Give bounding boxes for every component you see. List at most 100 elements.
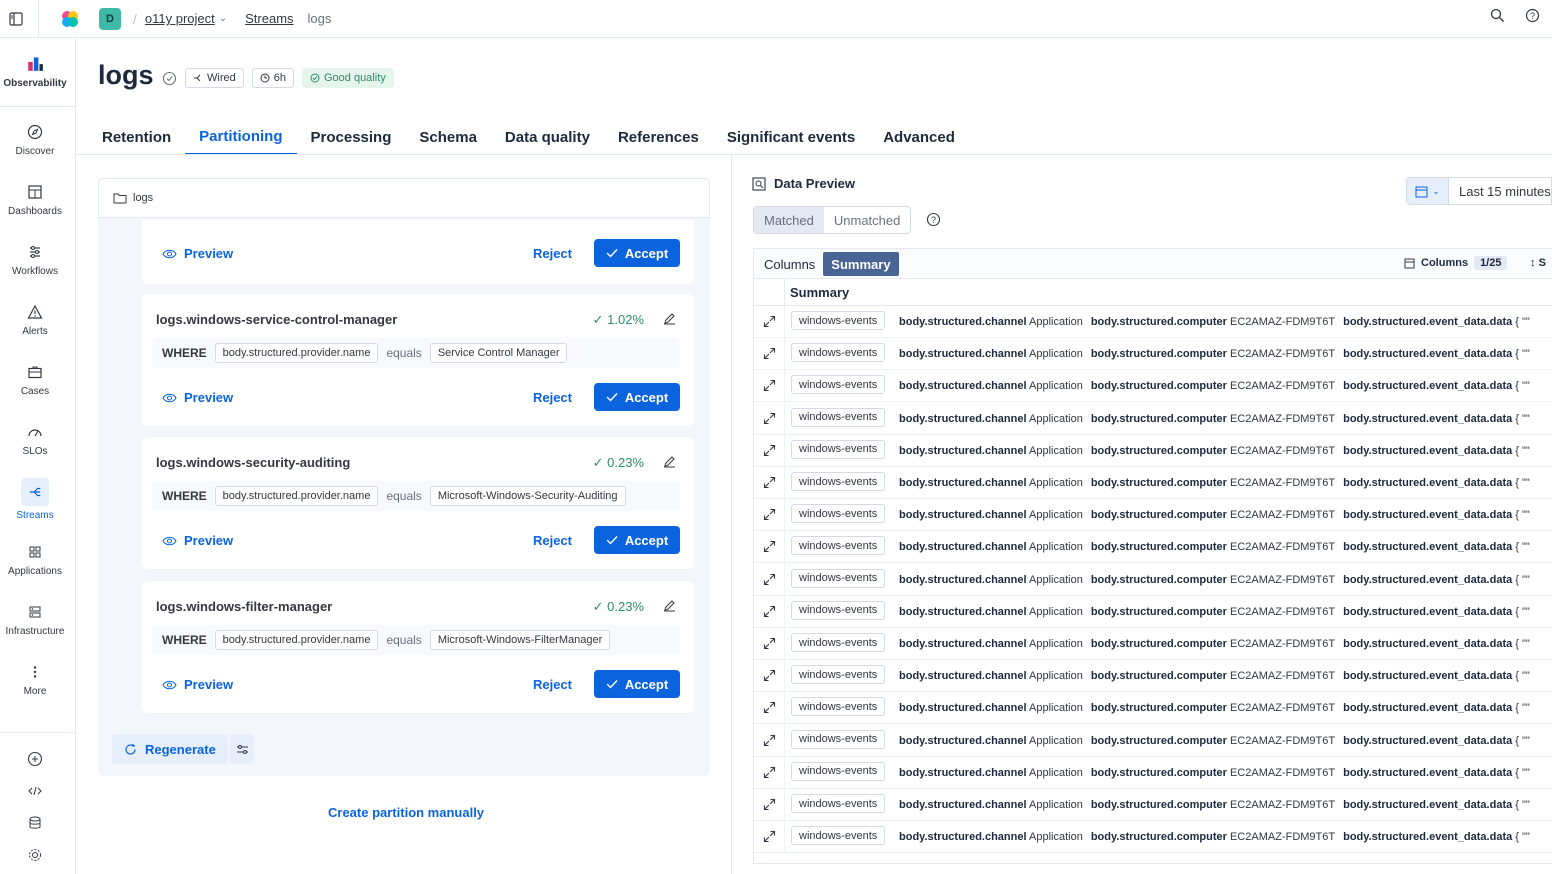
expand-icon[interactable]: [763, 347, 776, 360]
condition-field[interactable]: body.structured.provider.name: [214, 630, 379, 650]
table-row[interactable]: windows-events body.structured.channel Ap…: [754, 789, 1552, 821]
expand-icon[interactable]: [763, 315, 776, 328]
nav-item-applications[interactable]: Applications: [0, 544, 70, 577]
search-icon[interactable]: [1490, 8, 1505, 23]
regenerate-options-button[interactable]: [230, 734, 254, 764]
nav-item-more[interactable]: More: [0, 664, 70, 697]
tab-retention[interactable]: Retention: [88, 120, 185, 155]
condition-field[interactable]: body.structured.provider.name: [214, 486, 379, 506]
nav-item-discover[interactable]: Discover: [0, 124, 70, 157]
table-row[interactable]: windows-events body.structured.channel Ap…: [754, 724, 1552, 757]
expand-icon[interactable]: [763, 798, 776, 811]
tab-data-quality[interactable]: Data quality: [491, 120, 604, 155]
expand-icon[interactable]: [763, 444, 776, 457]
table-row[interactable]: windows-events body.structured.channel Ap…: [754, 595, 1552, 628]
expand-icon[interactable]: [763, 701, 776, 714]
expand-icon[interactable]: [763, 605, 776, 618]
quick-select-button[interactable]: ⌄: [1407, 178, 1449, 204]
columns-view-button[interactable]: Columns: [756, 252, 823, 276]
pencil-icon[interactable]: [663, 455, 676, 468]
reject-button[interactable]: Reject: [533, 677, 572, 692]
nav-item-dashboards[interactable]: Dashboards: [0, 184, 70, 217]
expand-icon[interactable]: [763, 669, 776, 682]
breadcrumb-project[interactable]: o11y project: [145, 11, 215, 26]
expand-icon[interactable]: [763, 573, 776, 586]
condition-value[interactable]: Service Control Manager: [429, 343, 568, 363]
sidebar-toggle-button[interactable]: [0, 3, 32, 35]
table-row[interactable]: windows-events body.structured.channel Ap…: [754, 531, 1552, 564]
table-row[interactable]: windows-events body.structured.channel Ap…: [754, 467, 1552, 499]
add-icon[interactable]: [27, 751, 43, 767]
condition-operator[interactable]: equals: [386, 633, 421, 647]
sort-button[interactable]: ↕ S: [1530, 257, 1546, 269]
table-row[interactable]: windows-events body.structured.channel Ap…: [754, 821, 1552, 854]
preview-button[interactable]: Preview: [162, 246, 233, 261]
nav-item-infrastructure[interactable]: Infrastructure: [0, 604, 70, 637]
reject-button[interactable]: Reject: [533, 533, 572, 548]
preview-button[interactable]: Preview: [162, 390, 233, 405]
table-row[interactable]: windows-events body.structured.channel Ap…: [754, 402, 1552, 435]
chevron-down-icon[interactable]: ⌄: [219, 13, 227, 24]
reject-button[interactable]: Reject: [533, 390, 572, 405]
database-icon[interactable]: [27, 815, 43, 831]
help-icon[interactable]: ?: [1525, 8, 1540, 23]
table-row[interactable]: windows-events body.structured.channel Ap…: [754, 338, 1552, 371]
table-row[interactable]: windows-events body.structured.channel Ap…: [754, 434, 1552, 467]
table-row[interactable]: windows-events body.structured.channel Ap…: [754, 756, 1552, 789]
table-row[interactable]: windows-events body.structured.channel Ap…: [754, 563, 1552, 596]
table-row[interactable]: windows-events body.structured.channel Ap…: [754, 692, 1552, 725]
nav-item-workflows[interactable]: Workflows: [0, 244, 70, 277]
tab-schema[interactable]: Schema: [405, 120, 491, 155]
condition-value[interactable]: Microsoft-Windows-FilterManager: [429, 630, 611, 650]
expand-icon[interactable]: [763, 379, 776, 392]
table-row[interactable]: windows-events body.structured.channel Ap…: [754, 628, 1552, 660]
expand-icon[interactable]: [763, 766, 776, 779]
time-range-picker[interactable]: ⌄ Last 15 minutes: [1406, 177, 1552, 205]
condition-operator[interactable]: equals: [386, 489, 421, 503]
summary-view-button[interactable]: Summary: [823, 252, 899, 276]
tab-processing[interactable]: Processing: [297, 120, 406, 155]
expand-icon[interactable]: [763, 412, 776, 425]
time-range-value[interactable]: Last 15 minutes: [1449, 184, 1551, 199]
question-icon[interactable]: ?: [926, 212, 941, 227]
table-row[interactable]: windows-events body.structured.channel Ap…: [754, 499, 1552, 532]
breadcrumb-streams[interactable]: Streams: [245, 11, 293, 26]
code-icon[interactable]: [27, 783, 43, 799]
space-avatar[interactable]: D: [99, 7, 121, 30]
matched-filter-button[interactable]: Matched: [754, 207, 824, 233]
expand-icon[interactable]: [763, 637, 776, 650]
accept-button[interactable]: Accept: [594, 670, 680, 698]
pencil-icon[interactable]: [663, 312, 676, 325]
unmatched-filter-button[interactable]: Unmatched: [824, 207, 910, 233]
pencil-icon[interactable]: [663, 599, 676, 612]
tab-partitioning[interactable]: Partitioning: [185, 120, 297, 155]
accept-button[interactable]: Accept: [594, 383, 680, 411]
preview-button[interactable]: Preview: [162, 533, 233, 548]
tab-significant-events[interactable]: Significant events: [713, 120, 869, 155]
expand-icon[interactable]: [763, 476, 776, 489]
nav-item-slos[interactable]: SLOs: [0, 424, 70, 457]
tab-references[interactable]: References: [604, 120, 713, 155]
tab-advanced[interactable]: Advanced: [869, 120, 969, 155]
regenerate-button[interactable]: Regenerate: [112, 734, 228, 764]
table-row[interactable]: windows-events body.structured.channel Ap…: [754, 370, 1552, 403]
preview-button[interactable]: Preview: [162, 677, 233, 692]
accept-button[interactable]: Accept: [594, 239, 680, 267]
expand-icon[interactable]: [763, 508, 776, 521]
nav-item-streams[interactable]: Streams: [0, 478, 70, 521]
elastic-logo-icon[interactable]: [59, 8, 81, 30]
condition-operator[interactable]: equals: [386, 346, 421, 360]
expand-icon[interactable]: [763, 540, 776, 553]
expand-icon[interactable]: [763, 830, 776, 843]
accept-button[interactable]: Accept: [594, 526, 680, 554]
gear-icon[interactable]: [27, 847, 43, 863]
condition-value[interactable]: Microsoft-Windows-Security-Auditing: [429, 486, 626, 506]
nav-item-cases[interactable]: Cases: [0, 364, 70, 397]
condition-field[interactable]: body.structured.provider.name: [214, 343, 379, 363]
table-row[interactable]: windows-events body.structured.channel Ap…: [754, 660, 1552, 693]
partition-root[interactable]: logs: [98, 178, 710, 218]
summary-column-header[interactable]: Summary: [790, 285, 849, 300]
info-badge-icon[interactable]: [162, 71, 177, 86]
expand-icon[interactable]: [763, 734, 776, 747]
nav-item-observability[interactable]: Observability: [0, 54, 70, 89]
